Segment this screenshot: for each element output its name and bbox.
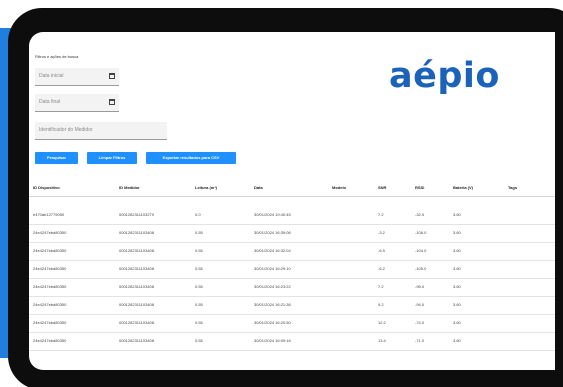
col-meter-id[interactable]: ID Medidor bbox=[119, 185, 140, 190]
cell-meter-id: 0001282311103408 bbox=[119, 266, 154, 271]
cell-battery: 3.60 bbox=[453, 320, 461, 325]
export-csv-button[interactable]: Exportar resultados para CSV bbox=[146, 152, 236, 164]
cell-reading: 0.55 bbox=[195, 230, 203, 235]
cell-snr: -6.5 bbox=[378, 248, 385, 253]
cell-meter-id: 0001282311103408 bbox=[119, 302, 154, 307]
cell-reading: 0.55 bbox=[195, 302, 203, 307]
cell-snr: 7.2 bbox=[378, 212, 384, 217]
start-date-field[interactable]: Data inicial bbox=[35, 68, 119, 86]
table-row[interactable]: 24e4247ebd80350 0001282311103408 0.55 30… bbox=[29, 314, 555, 333]
cell-meter-id: 0001282311103408 bbox=[119, 320, 154, 325]
cell-battery: 3.60 bbox=[453, 212, 461, 217]
cell-rssi: -74.0 bbox=[415, 320, 425, 325]
cell-battery: 3.60 bbox=[453, 230, 461, 235]
col-rssi[interactable]: RSSI bbox=[415, 185, 424, 190]
col-device-id[interactable]: ID Dispositivo bbox=[33, 185, 60, 190]
cell-snr: 9.2 bbox=[378, 302, 384, 307]
cell-device-id: 24e4247ebd80350 bbox=[33, 302, 67, 307]
cell-date: 30/01/2024 16:09:16 bbox=[254, 338, 291, 343]
cell-reading: 0.55 bbox=[195, 266, 203, 271]
cell-reading: 0.55 bbox=[195, 320, 203, 325]
cell-battery: 3.60 bbox=[453, 248, 461, 253]
cell-meter-id: 0001282311103408 bbox=[119, 248, 154, 253]
cell-rssi: -106.0 bbox=[415, 230, 427, 235]
col-tags[interactable]: Tags bbox=[508, 185, 517, 190]
cell-date: 30/01/2024 16:21:36 bbox=[254, 302, 291, 307]
cell-device-id: 24e4247ebd80350 bbox=[33, 284, 67, 289]
col-model[interactable]: Modelo bbox=[332, 185, 346, 190]
cell-date: 30/01/2024 16:23:22 bbox=[254, 284, 291, 289]
clear-filters-button[interactable]: Limpar Filtros bbox=[87, 152, 137, 164]
cell-snr: -6.2 bbox=[378, 266, 385, 271]
cell-battery: 3.60 bbox=[453, 338, 461, 343]
table-header: ID Dispositivo ID Medidor Leitura (m³) D… bbox=[29, 182, 555, 197]
end-date-field[interactable]: Data final bbox=[35, 94, 119, 112]
col-reading[interactable]: Leitura (m³) bbox=[195, 185, 217, 190]
cell-battery: 3.60 bbox=[453, 302, 461, 307]
cell-snr: 12.2 bbox=[378, 320, 386, 325]
calendar-icon[interactable] bbox=[109, 99, 115, 105]
cell-device-id: 24e4247ebd80350 bbox=[33, 248, 67, 253]
app-screen: Filtros e ações de busca Data inicial Da… bbox=[29, 32, 555, 370]
meter-id-placeholder: Identificador do Medidor bbox=[39, 127, 93, 133]
cell-battery: 3.60 bbox=[453, 284, 461, 289]
cell-rssi: -94.0 bbox=[415, 302, 425, 307]
cell-device-id: 24e4247ebd80350 bbox=[33, 230, 67, 235]
cell-rssi: -105.0 bbox=[415, 266, 427, 271]
filters-title: Filtros e ações de busca bbox=[35, 54, 79, 59]
meter-id-field[interactable]: Identificador do Medidor bbox=[35, 122, 167, 140]
col-snr[interactable]: SNR bbox=[378, 185, 386, 190]
table-row[interactable]: 24e4247ebd80350 0001282311103408 0.55 30… bbox=[29, 260, 555, 279]
cell-meter-id: 0001282311103408 bbox=[119, 338, 154, 343]
cell-device-id: 24e4247ebd80350 bbox=[33, 320, 67, 325]
table-row[interactable]: 24e4247ebd80350 0001282311103408 0.55 30… bbox=[29, 296, 555, 315]
screenshot-stage: Filtros e ações de busca Data inicial Da… bbox=[0, 0, 563, 387]
col-date[interactable]: Data bbox=[254, 185, 263, 190]
table-row[interactable]: e470ab12779050 0001282311103279 0.0 30/0… bbox=[29, 206, 555, 225]
cell-date: 30/01/2024 16:32:04 bbox=[254, 248, 291, 253]
table-row[interactable]: 24e4247ebd80350 0001282311103408 0.55 30… bbox=[29, 332, 555, 351]
cell-meter-id: 0001282311103408 bbox=[119, 230, 154, 235]
cell-reading: 0.0 bbox=[195, 212, 201, 217]
table-row[interactable]: 24e4247ebd80350 0001282311103408 0.55 30… bbox=[29, 224, 555, 243]
end-date-placeholder: Data final bbox=[39, 99, 61, 105]
cell-snr: -3.2 bbox=[378, 230, 385, 235]
cell-rssi: -71.0 bbox=[415, 338, 425, 343]
cell-date: 30/01/2024 16:20:50 bbox=[254, 320, 291, 325]
cell-rssi: -95.0 bbox=[415, 284, 425, 289]
cell-device-id: 24e4247ebd80350 bbox=[33, 338, 67, 343]
cell-date: 30/01/2024 16:39:06 bbox=[254, 230, 291, 235]
cell-meter-id: 0001282311103279 bbox=[119, 212, 154, 217]
cell-rssi: -32.0 bbox=[415, 212, 425, 217]
cell-rssi: -104.0 bbox=[415, 248, 427, 253]
cell-date: 30/01/2024 19:40:45 bbox=[254, 212, 291, 217]
col-battery[interactable]: Bateria (V) bbox=[453, 185, 473, 190]
cell-device-id: 24e4247ebd80350 bbox=[33, 266, 67, 271]
table-row[interactable]: 24e4247ebd80350 0001282311103408 0.55 30… bbox=[29, 242, 555, 261]
cell-reading: 0.55 bbox=[195, 248, 203, 253]
cell-reading: 0.55 bbox=[195, 284, 203, 289]
cell-date: 30/01/2024 16:29:10 bbox=[254, 266, 291, 271]
search-button[interactable]: Pesquisar bbox=[35, 152, 78, 164]
table-row[interactable]: 24e4247ebd80350 0001282311103408 0.55 30… bbox=[29, 278, 555, 297]
aepio-logo: aépio bbox=[389, 56, 500, 96]
cell-snr: 7.2 bbox=[378, 284, 384, 289]
cell-snr: 13.4 bbox=[378, 338, 386, 343]
cell-reading: 0.55 bbox=[195, 338, 203, 343]
cell-device-id: e470ab12779050 bbox=[33, 212, 65, 217]
results-table: ID Dispositivo ID Medidor Leitura (m³) D… bbox=[29, 182, 555, 370]
cell-battery: 3.60 bbox=[453, 266, 461, 271]
calendar-icon[interactable] bbox=[109, 73, 115, 79]
start-date-placeholder: Data inicial bbox=[39, 73, 64, 79]
cell-meter-id: 0001282311103408 bbox=[119, 284, 154, 289]
